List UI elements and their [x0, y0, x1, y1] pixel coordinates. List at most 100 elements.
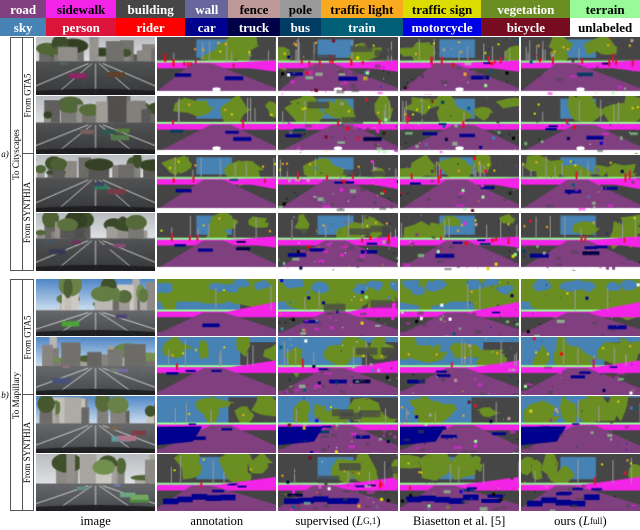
legend-item-sidewalk: sidewalk	[46, 0, 116, 18]
panel-canvas	[520, 279, 640, 337]
panel-canvas	[520, 453, 640, 511]
panel-mp_gta_1-biasetton	[399, 279, 519, 337]
panel-canvas	[36, 453, 156, 511]
panel-canvas	[278, 395, 398, 453]
panel-canvas	[157, 154, 277, 213]
panel-mp_gta_1-image	[36, 279, 156, 337]
column-caption-supervised: supervised (L G,1)	[278, 512, 397, 530]
column-caption-image: image	[36, 512, 155, 530]
panel-mp_gta_2-biasetton	[399, 337, 519, 395]
panel-cs_gta_2-ours	[520, 95, 640, 154]
panel-cs_gta_2-image	[36, 95, 156, 154]
panel-mp_syn_2-biasetton	[399, 453, 519, 511]
panel-canvas	[520, 213, 640, 271]
legend-item-unlabeled: unlabeled	[570, 18, 640, 36]
figure-page: road sidewalk building wall fence pole traffic…	[0, 0, 640, 530]
panel-canvas	[36, 395, 156, 453]
legend-item-truck: truck	[228, 18, 280, 36]
legend-item-wall: wall	[185, 0, 229, 18]
panel-cs_gta_2-supervised	[278, 95, 398, 154]
legend-item-traffic-light: traffic light	[320, 0, 403, 18]
section-side-labels: a) To Cityscapes From GTA5 From SYNTHIA	[0, 37, 34, 271]
panel-canvas	[278, 453, 398, 511]
source-domain-labels: From GTA5 From SYNTHIA	[22, 279, 34, 511]
panel-cs_gta_2-biasetton	[399, 95, 519, 154]
target-domain-label: To Cityscapes	[10, 37, 22, 271]
caption-text: annotation	[190, 513, 244, 528]
panel-canvas	[520, 395, 640, 453]
source-domain-text: From SYNTHIA	[22, 181, 33, 243]
panel-canvas	[520, 95, 640, 154]
source-domain-label: From SYNTHIA	[22, 154, 34, 271]
caption-tail: )	[376, 513, 381, 528]
panel-canvas	[399, 337, 519, 395]
panel-mp_syn_1-supervised	[278, 395, 398, 453]
source-domain-text: From GTA5	[22, 73, 33, 118]
panel-canvas	[157, 453, 277, 511]
panel-canvas	[278, 213, 398, 271]
caption-symbol: L	[356, 513, 364, 528]
panel-mp_syn_2-annotation	[157, 453, 277, 511]
panel-cs_syn_2-ours	[520, 213, 640, 271]
legend-item-road: road	[0, 0, 47, 18]
panel-mp_syn_1-biasetton	[399, 395, 519, 453]
panel-canvas	[520, 337, 640, 395]
panel-mp_syn_1-image	[36, 395, 156, 453]
panel-cs_syn_2-annotation	[157, 213, 277, 271]
legend-item-vegetation: vegetation	[481, 0, 571, 18]
results-section-b: b) To Mapillary From GTA5 From SYNTHIA	[0, 279, 640, 511]
panel-mp_syn_1-ours	[520, 395, 640, 453]
legend-item-bicycle: bicycle	[481, 18, 571, 36]
panel-cs_gta_1-image	[36, 37, 156, 95]
panel-cs_gta_1-annotation	[157, 37, 277, 95]
panel-canvas	[157, 395, 277, 453]
panel-cs_gta_1-ours	[520, 37, 640, 95]
panel-mp_gta_2-ours	[520, 337, 640, 395]
legend-item-bus: bus	[279, 18, 321, 36]
panel-canvas	[399, 95, 519, 154]
panel-cs_syn_1-annotation	[157, 154, 277, 213]
target-domain-label: To Mapillary	[10, 279, 22, 511]
panel-canvas	[157, 213, 277, 271]
legend-item-person: person	[46, 18, 116, 36]
column-caption-annotation: annotation	[157, 512, 276, 530]
target-domain-text: To Mapillary	[11, 371, 22, 419]
caption-text: ours (	[554, 513, 583, 528]
column-caption-ours: ours (Lfull)	[521, 512, 640, 530]
panel-canvas	[36, 337, 156, 395]
panel-canvas	[399, 395, 519, 453]
panel-mp_syn_2-supervised	[278, 453, 398, 511]
panel-mp_gta_1-annotation	[157, 279, 277, 337]
panel-canvas	[36, 95, 156, 154]
results-section-a: a) To Cityscapes From GTA5 From SYNTHIA	[0, 37, 640, 271]
legend-item-motorcycle: motorcycle	[402, 18, 482, 36]
source-domain-label: From GTA5	[22, 279, 34, 395]
legend-row-1: road sidewalk building wall fence pole traffic…	[0, 0, 640, 18]
panel-canvas	[278, 337, 398, 395]
panel-mp_gta_1-supervised	[278, 279, 398, 337]
target-domain-text: To Cityscapes	[11, 128, 21, 180]
panel-canvas	[157, 95, 277, 154]
panel-mp_syn_2-image	[36, 453, 156, 511]
panel-cs_syn_1-biasetton	[399, 154, 519, 213]
source-domain-labels: From GTA5 From SYNTHIA	[22, 37, 34, 271]
panel-canvas	[36, 213, 156, 271]
panel-canvas	[520, 154, 640, 213]
caption-symbol: L	[582, 513, 590, 528]
panel-canvas	[520, 37, 640, 95]
panel-canvas	[157, 337, 277, 395]
panel-mp_syn_2-ours	[520, 453, 640, 511]
legend-item-train: train	[320, 18, 403, 36]
class-color-legend: road sidewalk building wall fence pole traffic…	[0, 0, 640, 36]
panel-cs_gta_2-annotation	[157, 95, 277, 154]
panel-mp_gta_1-ours	[520, 279, 640, 337]
caption-text: Biasetton et al. [5]	[413, 513, 506, 528]
panel-canvas	[399, 37, 519, 95]
caption-text: image	[80, 513, 111, 528]
column-captions: image annotation supervised (L G,1) Biasetto…	[34, 512, 640, 530]
panel-canvas	[399, 213, 519, 271]
panel-canvas	[157, 37, 277, 95]
source-domain-text: From GTA5	[22, 314, 33, 360]
panel-cs_gta_1-supervised	[278, 37, 398, 95]
panel-cs_gta_1-biasetton	[399, 37, 519, 95]
